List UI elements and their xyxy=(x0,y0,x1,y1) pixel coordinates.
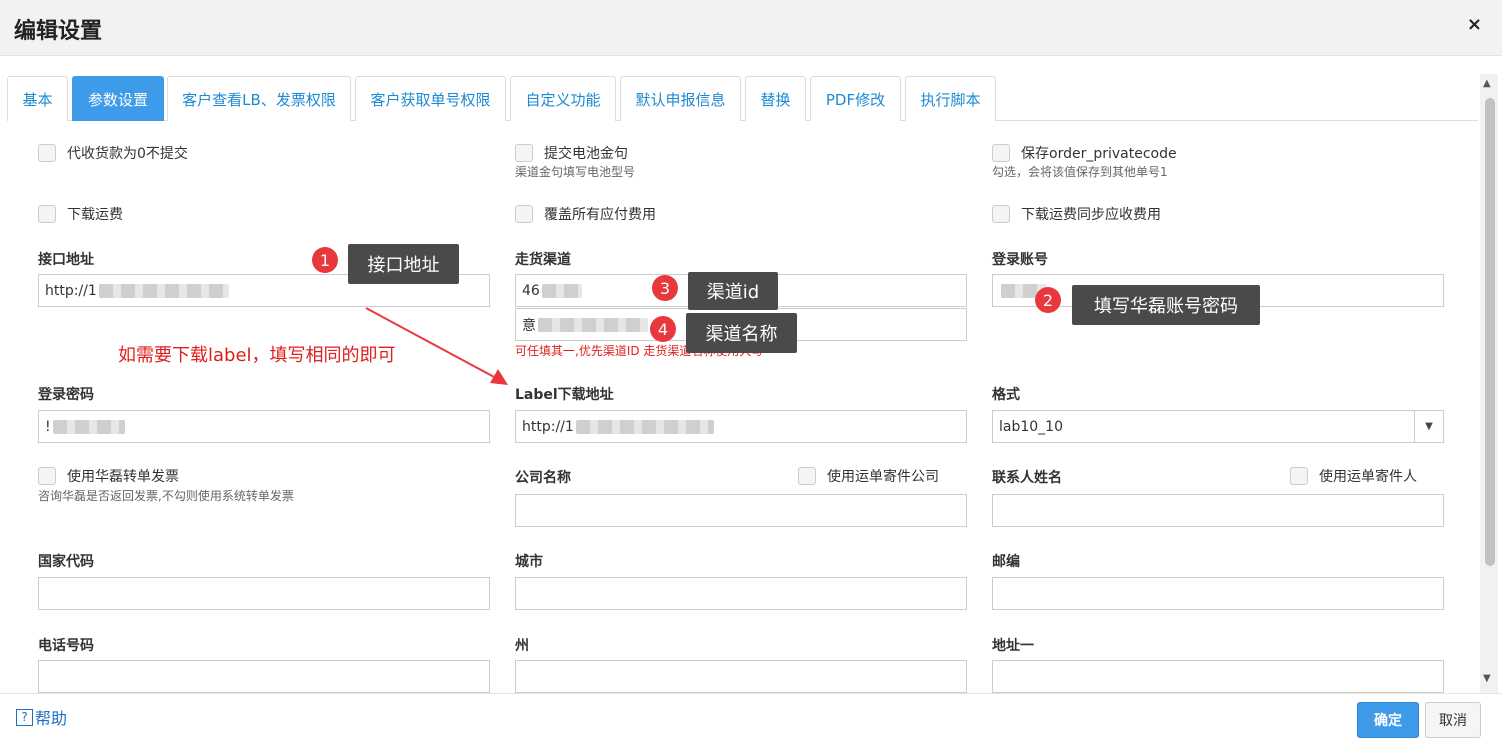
ok-button[interactable]: 确定 xyxy=(1357,702,1419,738)
help-link[interactable]: ? 帮助 xyxy=(16,705,67,729)
annotation-arrow xyxy=(365,307,508,385)
help-label: 帮助 xyxy=(35,709,68,728)
cancel-button[interactable]: 取消 xyxy=(1425,702,1481,738)
dialog-footer: ? 帮助 确定 取消 xyxy=(0,693,1502,747)
help-icon: ? xyxy=(16,708,33,726)
